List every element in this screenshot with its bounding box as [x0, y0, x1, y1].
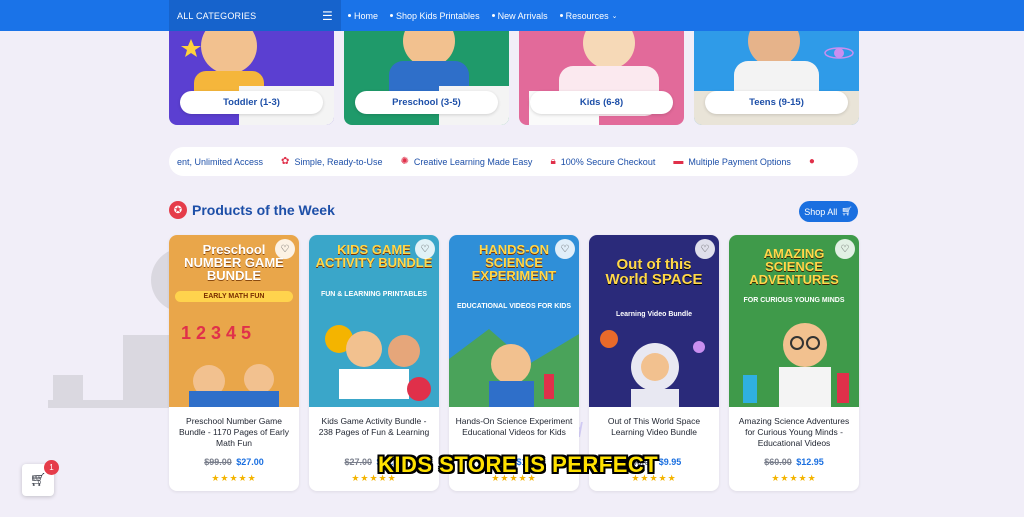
bullet-icon	[559, 14, 563, 17]
nav-new-arrivals-label: New Arrivals	[497, 10, 548, 21]
cover-art	[449, 329, 579, 407]
video-caption: KIDS STORE IS PERFECT	[378, 452, 659, 477]
chevron-down-icon: ⌄	[611, 12, 618, 20]
product-title[interactable]: Preschool Number Game Bundle - 1170 Page…	[175, 416, 293, 449]
favorite-heart-icon[interactable]: ♡	[835, 239, 855, 259]
rating-stars: ★★★★★	[211, 473, 257, 483]
category-label: Kids (6-8)	[530, 91, 673, 114]
feature-item: 🔒︎ 100% Secure Checkout	[550, 156, 655, 167]
nav-home[interactable]: Home	[348, 11, 378, 21]
product-card[interactable]: Preschool NUMBER GAME BUNDLE EARLY MATH …	[169, 235, 299, 491]
product-cover: Out of this World SPACE Learning Video B…	[589, 235, 719, 407]
shop-all-label: Shop All	[804, 206, 838, 217]
feature-label: Creative Learning Made Easy	[413, 156, 533, 167]
category-tiles: Toddler (1-3) Preschool (3-5) Kids (6-8)…	[169, 31, 859, 125]
feature-item: ▬ Multiple Payment Options	[673, 156, 791, 167]
cover-subtitle: FOR CURIOUS YOUNG MINDS	[743, 297, 845, 304]
feature-label: ent, Unlimited Access	[177, 156, 264, 167]
bullet-icon	[491, 14, 495, 17]
category-label: Toddler (1-3)	[180, 91, 323, 114]
category-label: Preschool (3-5)	[355, 91, 498, 114]
cover-subtitle: Learning Video Bundle	[615, 311, 693, 318]
product-title[interactable]: Hands-On Science Experiment Educational …	[455, 416, 573, 438]
product-title[interactable]: Amazing Science Adventures for Curious Y…	[735, 416, 853, 449]
favorite-heart-icon[interactable]: ♡	[275, 239, 295, 259]
section-title: Products of the Week	[192, 202, 335, 218]
old-price: $99.00	[204, 457, 232, 467]
section-heading: ✪ Products of the Week	[169, 201, 335, 219]
cover-subtitle: FUN & LEARNING PRINTABLES	[320, 291, 428, 298]
card-icon: ▬	[673, 156, 684, 167]
category-tile-toddler[interactable]: Toddler (1-3)	[169, 31, 334, 125]
gear-icon: ✿	[281, 156, 290, 167]
sale-price: $12.95	[796, 457, 824, 467]
cover-subtitle: EDUCATIONAL VIDEOS FOR KIDS	[456, 303, 572, 310]
lock-icon: 🔒︎	[550, 156, 556, 167]
cart-icon: 🛒︎	[841, 206, 853, 216]
rating-stars: ★★★★★	[771, 473, 817, 483]
top-navbar: ALL CATEGORIES ☰ Home Shop Kids Printabl…	[0, 0, 1024, 31]
globe-icon: ●	[808, 156, 815, 167]
product-price: $60.00 $12.95	[729, 457, 859, 467]
product-card[interactable]: AMAZING SCIENCE ADVENTURES FOR CURIOUS Y…	[729, 235, 859, 491]
category-tile-kids[interactable]: Kids (6-8)	[519, 31, 684, 125]
all-categories-label: ALL CATEGORIES	[177, 10, 257, 21]
product-cover: KIDS GAME ACTIVITY BUNDLE FUN & LEARNING…	[309, 235, 439, 407]
favorite-heart-icon[interactable]: ♡	[695, 239, 715, 259]
category-tile-preschool[interactable]: Preschool (3-5)	[344, 31, 509, 125]
product-cover: Preschool NUMBER GAME BUNDLE EARLY MATH …	[169, 235, 299, 407]
feature-item: ent, Unlimited Access	[177, 157, 263, 167]
cover-art	[600, 330, 705, 407]
feature-item: ✺ Creative Learning Made Easy	[400, 156, 532, 167]
all-categories-button[interactable]: ALL CATEGORIES ☰	[169, 0, 341, 31]
favorite-heart-icon[interactable]: ♡	[415, 239, 435, 259]
category-tile-teens[interactable]: Teens (9-15)	[694, 31, 859, 125]
sale-price: $9.95	[658, 457, 682, 467]
feature-item: ●	[809, 156, 815, 167]
product-cover: HANDS-ON SCIENCE EXPERIMENT EDUCATIONAL …	[449, 235, 579, 407]
cart-icon: 🛒︎	[29, 472, 47, 487]
feature-item: ✿ Simple, Ready-to-Use	[281, 156, 382, 167]
cover-subtitle: EARLY MATH FUN	[175, 291, 293, 302]
main-nav: Home Shop Kids Printables New Arrivals R…	[348, 0, 618, 31]
cover-art	[325, 325, 431, 401]
cart-count-badge: 1	[44, 460, 59, 475]
nav-resources[interactable]: Resources ⌄	[559, 10, 618, 21]
nav-shop-kids-printables[interactable]: Shop Kids Printables	[390, 11, 480, 21]
old-price: $60.00	[764, 457, 792, 467]
feature-label: Simple, Ready-to-Use	[294, 156, 383, 167]
cover-art	[743, 323, 849, 407]
nav-shop-label: Shop Kids Printables	[396, 10, 480, 21]
bulb-icon: ✺	[400, 156, 409, 167]
shop-all-button[interactable]: Shop All 🛒︎	[799, 201, 858, 222]
cover-title: Out of this World SPACE	[605, 256, 703, 288]
features-ticker: ent, Unlimited Access ✿ Simple, Ready-to-…	[169, 147, 858, 176]
old-price: $27.00	[344, 457, 372, 467]
product-price: $99.00 $27.00	[169, 457, 299, 467]
nav-home-label: Home	[354, 10, 379, 21]
favorite-heart-icon[interactable]: ♡	[555, 239, 575, 259]
category-label: Teens (9-15)	[705, 91, 848, 114]
product-title[interactable]: Out of This World Space Learning Video B…	[595, 416, 713, 438]
feature-label: Multiple Payment Options	[688, 156, 791, 167]
feature-label: 100% Secure Checkout	[560, 156, 656, 167]
cover-art: 1 2 3 4 5	[181, 323, 279, 407]
menu-icon: ☰	[322, 8, 333, 23]
bullet-icon	[348, 14, 351, 17]
bullet-icon	[390, 14, 394, 17]
product-title[interactable]: Kids Game Activity Bundle - 238 Pages of…	[315, 416, 433, 438]
sale-price: $27.00	[236, 457, 264, 467]
product-cover: AMAZING SCIENCE ADVENTURES FOR CURIOUS Y…	[729, 235, 859, 407]
svg-text:1 2 3 4 5: 1 2 3 4 5	[181, 323, 251, 343]
medal-icon: ✪	[169, 201, 187, 219]
nav-new-arrivals[interactable]: New Arrivals	[491, 10, 548, 21]
nav-resources-label: Resources	[565, 10, 609, 21]
